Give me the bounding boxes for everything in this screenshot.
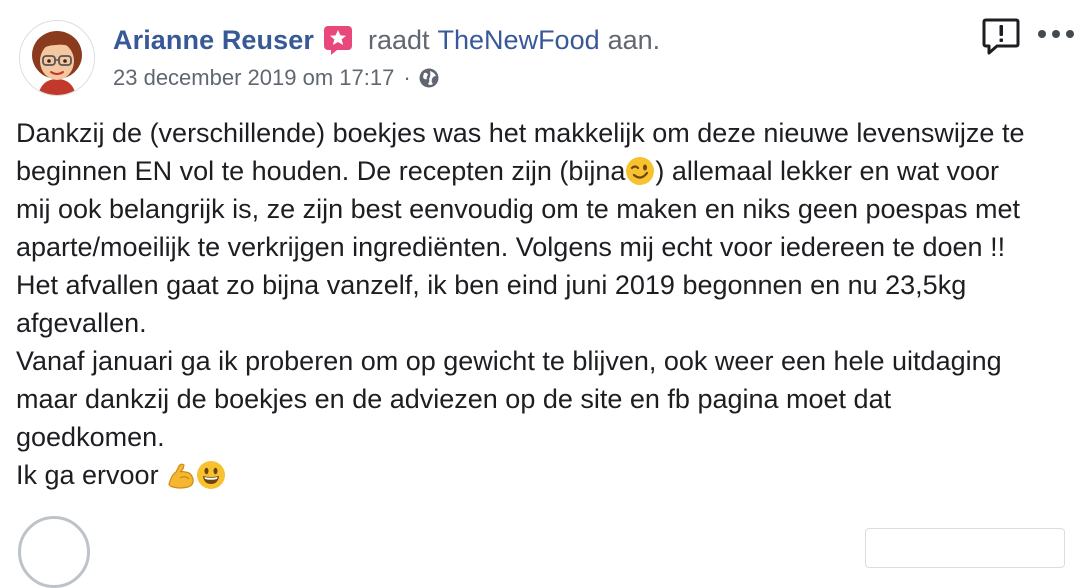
body-line: Dankzij de (verschillende) boekjes was h… xyxy=(16,118,1025,148)
post-header: Arianne Reuser raadt TheNewFood aan. xyxy=(113,22,660,58)
post-meta: 23 december 2019 om 17:17 · xyxy=(113,63,440,93)
body-line-part: beginnen EN vol te houden. De recepten z… xyxy=(16,156,626,186)
author-name-link[interactable]: Arianne Reuser xyxy=(113,25,314,56)
winking-face-emoji xyxy=(625,156,655,186)
grinning-face-emoji xyxy=(196,460,226,490)
body-line: goedkomen. xyxy=(16,422,165,452)
star-badge-icon xyxy=(322,24,354,56)
more-dot xyxy=(1066,30,1074,38)
body-line: Het afvallen gaat zo bijna vanzelf, ik b… xyxy=(16,270,967,300)
report-icon[interactable] xyxy=(981,16,1021,56)
comment-avatar[interactable] xyxy=(18,516,90,588)
more-dot xyxy=(1052,30,1060,38)
body-line: maar dankzij de boekjes en de adviezen o… xyxy=(16,384,892,414)
more-options-icon[interactable] xyxy=(1038,20,1074,48)
body-line: mij ook belangrijk is, ze zijn best eenv… xyxy=(16,194,1021,224)
body-line: Ik ga ervoor xyxy=(16,456,1078,494)
post-timestamp-link[interactable]: 23 december 2019 om 17:17 xyxy=(113,65,394,91)
meta-separator: · xyxy=(403,65,411,90)
action-text: raadt xyxy=(367,24,430,55)
flexed-biceps-emoji xyxy=(166,460,196,490)
body-line: beginnen EN vol te houden. De recepten z… xyxy=(16,152,1078,190)
more-dot xyxy=(1038,30,1046,38)
globe-icon[interactable] xyxy=(418,67,440,89)
footer-action-button[interactable] xyxy=(865,528,1065,568)
body-line: Vanaf januari ga ik proberen om op gewic… xyxy=(16,346,1002,376)
body-line-part: Ik ga ervoor xyxy=(16,460,167,490)
action-suffix: aan. xyxy=(607,24,661,55)
body-line-part: ) allemaal lekker en wat voor xyxy=(655,156,1000,186)
body-line: aparte/moeilijk te verkrijgen ingrediënt… xyxy=(16,232,1006,262)
page-name-link[interactable]: TheNewFood xyxy=(438,25,600,56)
post-body: Dankzij de (verschillende) boekjes was h… xyxy=(16,114,1078,494)
author-avatar[interactable] xyxy=(19,20,95,96)
recommendation-post: Arianne Reuser raadt TheNewFood aan. 23 … xyxy=(0,0,1090,588)
body-line: afgevallen. xyxy=(16,308,147,338)
avatar-illustration xyxy=(20,21,94,95)
